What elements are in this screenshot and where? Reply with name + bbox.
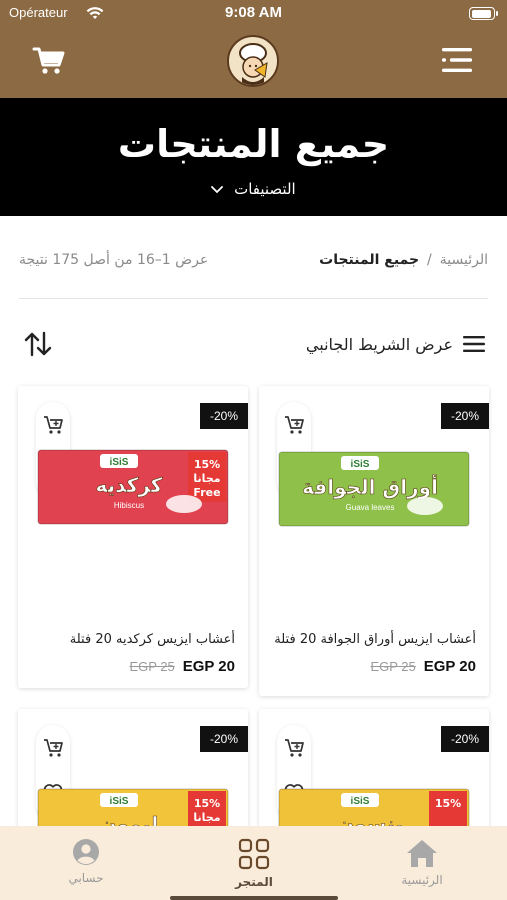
add-to-cart-icon[interactable] [42, 737, 64, 759]
sort-icon[interactable] [23, 331, 53, 357]
page-title: جميع المنتجات [117, 122, 390, 166]
categories-label: التصنيفات [234, 180, 296, 198]
box-subtitle: Guava leaves [346, 503, 395, 512]
app-header: Opérateur 9:08 AM [0, 0, 507, 98]
promo-text: 15% [194, 458, 220, 471]
breadcrumb-separator: / [427, 252, 432, 268]
discount-badge: -20% [441, 726, 489, 752]
promo-text: 15% [194, 797, 220, 810]
brand-text: iSiS [110, 796, 129, 807]
product-title[interactable]: أعشاب ايزيس أوراق الجوافة 20 فتلة [267, 632, 476, 647]
status-bar: Opérateur 9:08 AM [0, 0, 507, 28]
home-icon [407, 840, 437, 867]
brand-text: iSiS [110, 457, 129, 468]
new-price: EGP 20 [182, 658, 235, 675]
cart-icon[interactable] [32, 44, 66, 76]
active-tab-indicator [170, 896, 338, 900]
product-title[interactable]: أعشاب ايزيس كركديه 20 فتلة [26, 632, 235, 647]
box-title: كركديه [96, 473, 163, 497]
cup-illustration [166, 495, 202, 513]
menu-icon[interactable] [441, 44, 473, 76]
breadcrumb-current: جميع المنتجات [319, 252, 420, 268]
brand-text: iSiS [351, 796, 370, 807]
old-price: EGP 25 [370, 659, 416, 674]
chef-hat-icon [239, 43, 268, 85]
cup-illustration [407, 497, 443, 515]
categories-dropdown[interactable]: التصنيفات [0, 180, 507, 198]
product-image[interactable]: iSiS أوراق الجوافة Guava leaves [275, 448, 473, 530]
bottom-nav: الرئيسية المتجر حسابي [0, 826, 507, 900]
nav-home-label: الرئيسية [401, 873, 443, 887]
product-card[interactable]: -20% iSiS كركديه Hibiscus 15% مجانا Free أعشا… [18, 386, 248, 688]
new-price: EGP 20 [423, 658, 476, 675]
box-subtitle: Hibiscus [114, 501, 144, 510]
show-sidebar-button[interactable]: عرض الشريط الجانبي [306, 331, 485, 357]
breadcrumb: الرئيسية / جميع المنتجات [319, 252, 488, 268]
discount-badge: -20% [441, 403, 489, 429]
price-row: EGP 25 EGP 20 [18, 658, 235, 676]
brand-text: iSiS [351, 459, 370, 470]
box-title: أوراق الجوافة [302, 473, 438, 499]
promo-text: 15% [435, 797, 461, 810]
discount-badge: -20% [200, 726, 248, 752]
product-card[interactable]: -20% iSiS أوراق الجوافة Guava leaves أعشاب… [259, 386, 489, 696]
nav-home[interactable]: الرئيسية [372, 838, 472, 887]
breadcrumb-home[interactable]: الرئيسية [440, 252, 488, 268]
promo-text: Free [193, 486, 220, 499]
product-image[interactable]: iSiS كركديه Hibiscus 15%مجاناFree [34, 446, 232, 528]
page-hero: جميع المنتجات التصنيفات [0, 98, 507, 216]
price-row: EGP 25 EGP 20 [259, 658, 476, 676]
divider [19, 298, 488, 299]
nav-account[interactable]: حسابي [36, 838, 136, 885]
old-price: EGP 25 [129, 659, 175, 674]
promo-text: مجانا [193, 472, 220, 485]
nav-account-label: حسابي [68, 871, 104, 885]
chevron-down-icon [211, 185, 224, 193]
promo-text: مجانا [193, 811, 220, 824]
battery-icon [469, 7, 498, 20]
nav-shop-label: المتجر [235, 875, 273, 889]
list-icon [463, 336, 485, 352]
show-sidebar-label: عرض الشريط الجانبي [305, 334, 453, 354]
add-to-cart-icon[interactable] [42, 414, 64, 436]
add-to-cart-icon[interactable] [283, 414, 305, 436]
status-time: 9:08 AM [225, 4, 282, 21]
discount-badge: -20% [200, 403, 248, 429]
nav-shop[interactable]: المتجر [204, 838, 304, 889]
grid-icon [238, 838, 270, 870]
add-to-cart-icon[interactable] [283, 737, 305, 759]
chef-logo[interactable] [227, 35, 279, 87]
account-icon [73, 839, 99, 865]
results-count: عرض 1–16 من أصل 175 نتيجة [19, 252, 209, 268]
